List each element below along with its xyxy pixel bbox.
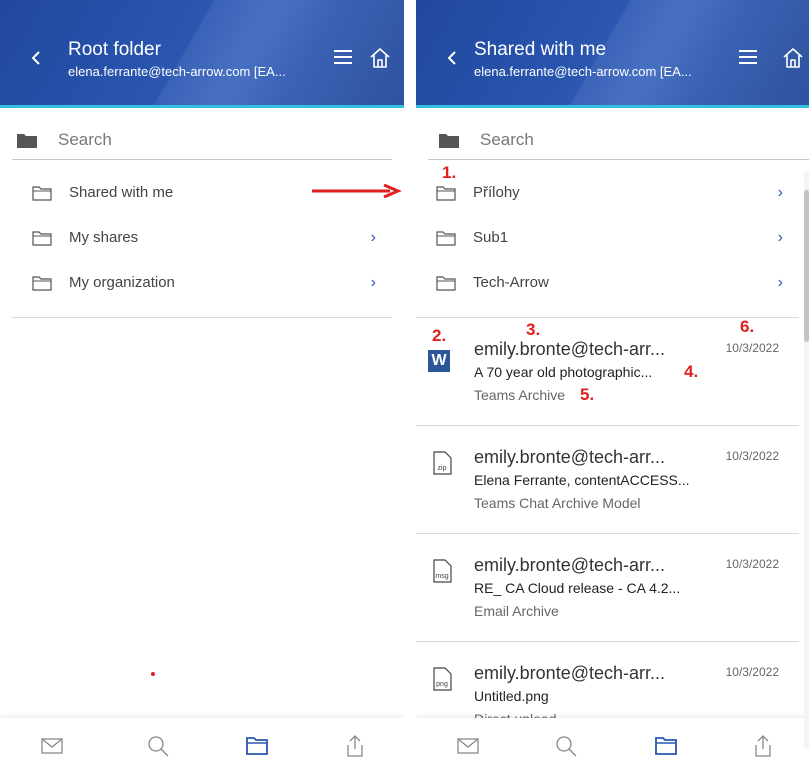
- search-input[interactable]: [480, 129, 730, 150]
- right-panel: Shared with me elena.ferrante@tech-arrow…: [416, 0, 809, 772]
- file-icon-text: msg: [435, 573, 448, 580]
- back-button[interactable]: [442, 46, 462, 70]
- file-subject: Untitled.png: [474, 688, 549, 704]
- annotation-dot: [151, 672, 155, 676]
- bottom-nav: [416, 718, 809, 772]
- file-subject: A 70 year old photographic...: [474, 364, 653, 380]
- chevron-right-icon: ›: [777, 274, 783, 291]
- file-type: Teams Chat Archive Model: [474, 495, 641, 511]
- file-sender: emily.bronte@tech-arr...: [474, 663, 666, 683]
- share-icon[interactable]: [343, 734, 367, 758]
- file-sender: emily.bronte@tech-arr...: [474, 447, 666, 467]
- folder-label: My shares: [69, 229, 139, 246]
- file-type: Email Archive: [474, 603, 559, 619]
- word-icon: W: [428, 350, 450, 372]
- chevron-right-icon: ›: [777, 229, 783, 246]
- header-subtitle: elena.ferrante@tech-arrow.com [EA...: [474, 64, 692, 79]
- file-date: 10/3/2022: [725, 557, 779, 571]
- folder-outline-icon: [32, 185, 52, 201]
- file-date: 10/3/2022: [725, 341, 779, 355]
- chevron-right-icon: ›: [777, 184, 783, 201]
- file-subject: Elena Ferrante, contentACCESS...: [474, 472, 690, 488]
- annotation-marker-2: 2.: [432, 326, 447, 345]
- header-subtitle: elena.ferrante@tech-arrow.com [EA...: [68, 64, 286, 79]
- folder-icon: [439, 133, 459, 148]
- folder-icon[interactable]: [245, 734, 269, 758]
- folder-list: Přílohy › Sub1 › Tech-Arrow ›: [416, 170, 799, 305]
- annotation-marker-6: 6.: [740, 317, 755, 336]
- search-icon[interactable]: [146, 734, 170, 758]
- red-arrow-annotation: [312, 184, 402, 198]
- annotation-marker-3: 3.: [526, 320, 541, 339]
- panel-gap: [404, 0, 416, 772]
- chevron-left-icon: [447, 51, 456, 65]
- home-button[interactable]: [781, 46, 805, 70]
- scrollbar[interactable]: [804, 172, 809, 748]
- file-sender: emily.bronte@tech-arr...: [474, 339, 666, 359]
- menu-button[interactable]: [334, 50, 352, 64]
- file-list-item[interactable]: msg emily.bronte@tech-arr... 10/3/2022 R…: [416, 533, 799, 641]
- folder-outline-icon: [436, 230, 456, 246]
- file-type: Teams Archive: [474, 387, 566, 403]
- search-icon[interactable]: [554, 734, 578, 758]
- mail-icon[interactable]: [40, 734, 64, 758]
- annotation-marker-1: 1.: [442, 163, 457, 182]
- folder-label: Tech-Arrow: [473, 274, 549, 291]
- menu-icon-bar: [739, 56, 757, 58]
- file-icon-text: png: [436, 681, 448, 688]
- folder-outline-icon: [436, 275, 456, 291]
- folder-item-my-organization[interactable]: My organization ›: [12, 260, 392, 305]
- bottom-nav: [0, 718, 404, 772]
- search-bar: [428, 120, 809, 160]
- folder-label: My organization: [69, 274, 175, 291]
- chevron-left-icon: [31, 51, 40, 65]
- file-sender: emily.bronte@tech-arr...: [474, 555, 666, 575]
- menu-button[interactable]: [739, 50, 757, 64]
- divider: [12, 317, 392, 318]
- folder-label: Shared with me: [69, 184, 174, 201]
- folder-item-prilohy[interactable]: Přílohy ›: [416, 170, 799, 215]
- folder-icon[interactable]: [654, 734, 678, 758]
- header-title: Root folder: [68, 39, 161, 60]
- msg-file-icon: msg: [433, 559, 452, 583]
- file-date: 10/3/2022: [725, 449, 779, 463]
- folder-item-tech-arrow[interactable]: Tech-Arrow ›: [416, 260, 799, 305]
- menu-icon-bar: [739, 50, 757, 52]
- app-header: Shared with me elena.ferrante@tech-arrow…: [416, 0, 809, 108]
- folder-item-sub1[interactable]: Sub1 ›: [416, 215, 799, 260]
- png-file-icon: png: [433, 667, 452, 691]
- scrollbar-thumb[interactable]: [804, 190, 809, 342]
- home-icon: [783, 48, 803, 68]
- search-bar: [12, 120, 392, 160]
- file-subject: RE_ CA Cloud release - CA 4.2...: [474, 580, 681, 596]
- folder-outline-icon: [32, 275, 52, 291]
- folder-label: Přílohy: [473, 184, 520, 201]
- menu-icon-bar: [334, 56, 352, 58]
- mail-icon[interactable]: [456, 734, 480, 758]
- zip-file-icon: zip: [433, 451, 452, 475]
- annotation-marker-5: 5.: [580, 385, 595, 404]
- share-icon[interactable]: [751, 734, 775, 758]
- chevron-right-icon: ›: [370, 229, 376, 246]
- header-title: Shared with me: [474, 39, 607, 60]
- folder-icon: [17, 133, 37, 148]
- menu-icon-bar: [334, 62, 352, 64]
- menu-icon-bar: [739, 62, 757, 64]
- left-panel: Root folder elena.ferrante@tech-arrow.co…: [0, 0, 404, 772]
- menu-icon-bar: [334, 50, 352, 52]
- app-header: Root folder elena.ferrante@tech-arrow.co…: [0, 0, 404, 108]
- file-date: 10/3/2022: [725, 665, 779, 679]
- annotation-marker-4: 4.: [684, 362, 699, 381]
- back-button[interactable]: [26, 46, 46, 70]
- home-button[interactable]: [368, 46, 392, 70]
- home-icon: [370, 48, 390, 68]
- folder-outline-icon: [32, 230, 52, 246]
- file-icon-text: zip: [438, 465, 447, 472]
- folder-item-my-shares[interactable]: My shares ›: [12, 215, 392, 260]
- folder-outline-icon: [436, 185, 456, 201]
- file-list-item[interactable]: zip emily.bronte@tech-arr... 10/3/2022 E…: [416, 425, 799, 533]
- chevron-right-icon: ›: [370, 274, 376, 291]
- search-input[interactable]: [58, 129, 308, 150]
- folder-label: Sub1: [473, 229, 509, 246]
